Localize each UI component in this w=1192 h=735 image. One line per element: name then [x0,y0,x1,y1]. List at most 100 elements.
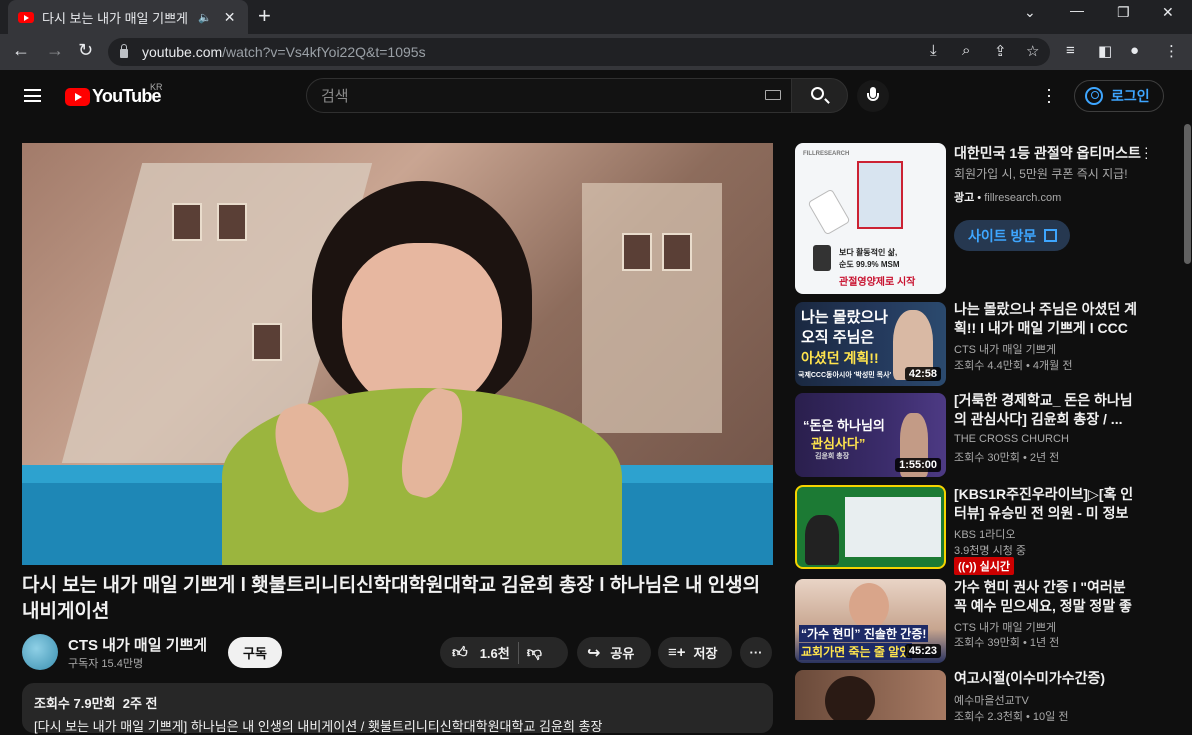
bookmark-star-icon[interactable]: ☆ [1026,42,1039,60]
ad-thumb-line3: 관절영양제로 시작 [839,277,916,288]
youtube-favicon-icon [18,11,34,23]
thumb-caption: 국제CCC동아시아 '박성민 목사' [798,372,892,379]
rec-channel[interactable]: CTS 내가 매일 기쁘게 [954,341,1056,357]
speaker-icon[interactable]: 🔈 [198,11,212,24]
rec-channel[interactable]: KBS 1라디오 [954,526,1016,542]
url-path: /watch?v=Vs4kfYoi22Q&t=1095s [222,44,426,60]
login-button[interactable]: 로그인 [1074,80,1164,112]
set-window [662,233,692,271]
thumb-caption: 관심사다” [811,436,866,451]
hamburger-menu-icon[interactable] [24,89,41,102]
rec-meta: 3.9천명 시청 중 [954,545,1027,557]
set-window [622,233,652,271]
thumb-person [825,676,875,720]
profile-icon[interactable]: ● [1130,42,1139,59]
set-window [217,203,247,241]
rec-title[interactable]: [KBS1R주진우라이브]▷[혹 인터뷰] 유승민 전 의원 - 미 정보 기.… [954,485,1140,523]
ad-brand: FILLRESEARCH [803,151,850,157]
minimize-button[interactable]: — [1070,2,1084,18]
browser-menu-icon[interactable]: ⋮ [1164,42,1179,60]
thumbs-down-icon[interactable]: 👎︎ [527,644,542,662]
keyboard-icon[interactable] [765,90,781,100]
ad-label: 광고 [954,192,975,204]
search-input[interactable]: 검색 [306,78,792,113]
subscribe-button[interactable]: 구독 [228,637,282,668]
rec-channel[interactable]: 예수마을선교TV [954,692,1029,708]
rec-title[interactable]: 가수 현미 권사 간증 l "여러분 꼭 예수 믿으세요, 정말 정말 좋아..… [954,578,1140,616]
upload-age: 2주 전 [122,696,158,711]
search-icon [811,87,824,100]
media-queue-icon[interactable]: ≡ [1066,42,1075,59]
visit-site-button[interactable]: 사이트 방문 [954,220,1070,251]
share-label: 공유 [610,646,635,661]
rec-title[interactable]: [거룩한 경제학교_ 돈은 하나님의 관심사다] 김윤희 총장 / ... [954,391,1140,429]
external-link-icon [1044,229,1058,242]
visit-label: 사이트 방문 [968,227,1037,244]
rec-channel[interactable]: CTS 내가 매일 기쁘게 [954,619,1056,635]
reload-icon[interactable]: ↻ [78,40,93,61]
close-window-button[interactable]: ✕ [1162,4,1174,21]
playlist-add-icon: ≡+ [668,644,686,661]
rec-thumbnail[interactable]: “돈은 하나님의 관심사다” 김윤희 총장 1:55:00 [795,393,946,477]
account-icon [1085,87,1103,105]
thumb-caption: “돈은 하나님의 [803,418,885,433]
duration-badge: 1:55:00 [895,458,941,472]
live-badge: ((•)) 실시간 [954,557,1014,575]
duration-badge: 45:23 [904,644,941,658]
new-tab-button[interactable]: + [258,5,271,27]
channel-avatar[interactable] [22,634,58,670]
like-count[interactable]: 1.6천 [480,643,510,662]
view-meta: 조회수 7.9만회 2주 전 [34,693,761,712]
more-actions-button[interactable]: ··· [740,637,772,668]
description-box[interactable]: 조회수 7.9만회 2주 전 [다시 보는 내가 매일 기쁘게] 하나님은 내 … [22,683,773,734]
view-count: 조회수 7.9만회 [34,696,116,711]
side-panel-icon[interactable]: ◧ [1098,42,1112,60]
rec-thumbnail[interactable] [795,485,946,569]
share-button[interactable]: ↪ 공유 [577,637,651,668]
ad-thumbnail[interactable]: FILLRESEARCH 보다 활동적인 삶, 순도 99.9% MSM 관절영… [795,143,946,294]
ad-domain: fillresearch.com [984,192,1062,204]
close-tab-icon[interactable]: ✕ [224,9,236,26]
thumb-caption: 김윤희 총장 [815,453,850,460]
browser-tab-bar: 다시 보는 내가 매일 기쁘게 🔈 ✕ + ⌄ — ❐ ✕ [0,0,1192,34]
ad-product-box [857,161,903,229]
search-placeholder: 검색 [321,88,349,105]
thumbs-up-icon[interactable]: 👍︎ [452,644,468,662]
rec-thumbnail[interactable]: 나는 몰랐으나 오직 주님은 아셨던 계획!! 국제CCC동아시아 '박성민 목… [795,302,946,386]
chevron-down-icon[interactable]: ⌄ [1024,4,1036,21]
rec-thumbnail[interactable] [795,670,946,720]
youtube-logo[interactable]: YouTube [65,86,162,107]
region-code: KR [150,82,163,92]
install-icon[interactable]: ⤓ [930,42,937,59]
live-icon: ((•)) [958,561,977,573]
description-text: [다시 보는 내가 매일 기쁘게] 하나님은 내 인생의 내비게이션 / 횃불트… [34,719,603,734]
rec-title[interactable]: 여고시절(이수미가수간증) [954,669,1140,688]
restore-button[interactable]: ❐ [1117,4,1130,21]
save-label: 저장 [693,646,718,661]
browser-tab[interactable]: 다시 보는 내가 매일 기쁘게 🔈 ✕ [8,0,248,34]
scrollbar-thumb[interactable] [1184,124,1191,264]
save-button[interactable]: ≡+ 저장 [658,637,732,668]
lock-icon[interactable] [120,44,128,58]
back-arrow-icon[interactable]: ← [12,40,30,61]
live-label: 실시간 [979,561,1010,573]
share-icon[interactable]: ⇪ [994,42,1007,60]
zoom-icon[interactable]: ⌕ [962,42,970,59]
channel-name[interactable]: CTS 내가 매일 기쁘게 [68,634,207,655]
forward-arrow-icon[interactable]: → [46,40,64,61]
ad-title[interactable]: 대한민국 1등 관절약 옵티머스트 [954,143,1141,163]
address-bar[interactable]: youtube.com/watch?v=Vs4kfYoi22Q&t=1095s [108,38,1050,66]
video-frame-light-right [582,183,722,433]
thumb-person [849,583,889,629]
rec-thumbnail[interactable]: “가수 현미” 진솔한 간증! 교회가면 죽는 줄 알았 45:23 [795,579,946,663]
ad-more-icon[interactable]: · · · [1144,140,1149,164]
video-player[interactable] [22,143,773,565]
rec-title[interactable]: 나는 몰랐으나 주님은 아셨던 계획!! l 내가 매일 기쁘게 l CCC글.… [954,300,1140,338]
thumb-caption: 교회가면 죽는 줄 알았 [799,643,913,660]
thumb-caption: “가수 현미” 진솔한 간증! [799,625,929,642]
tab-title: 다시 보는 내가 매일 기쁘게 [42,10,189,26]
video-title: 다시 보는 내가 매일 기쁘게 l 횃불트리니티신학대학원대학교 김윤희 총장 … [22,575,761,622]
rec-channel[interactable]: THE CROSS CHURCH [954,433,1069,445]
like-dislike-group: 👍︎ 1.6천 👎︎ [440,637,568,668]
settings-kebab-icon[interactable]: · · · [1046,80,1052,110]
